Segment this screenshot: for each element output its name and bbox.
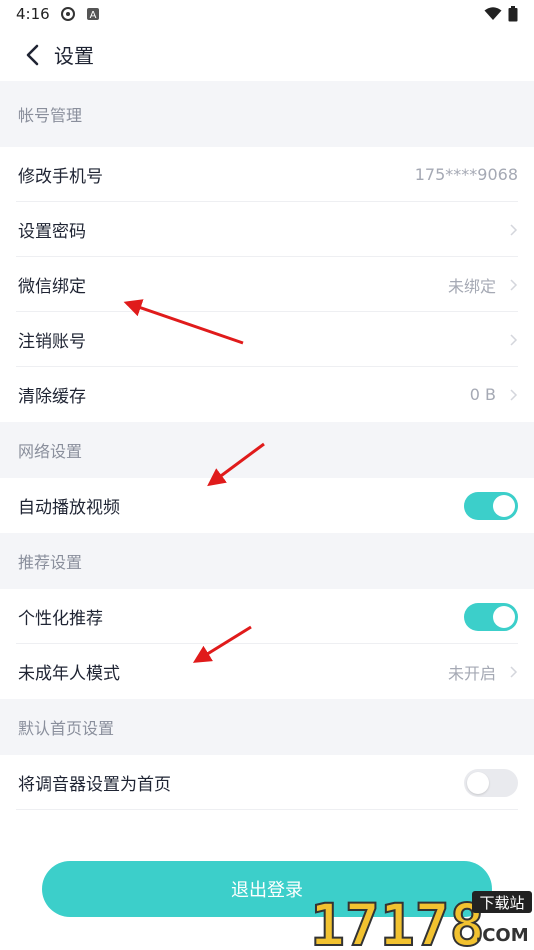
section-header-account: 帐号管理 — [0, 81, 534, 147]
row-wechat-bind[interactable]: 微信绑定 未绑定 — [0, 257, 534, 312]
svg-text:下载站: 下载站 — [479, 894, 524, 912]
personalized-toggle[interactable] — [464, 602, 518, 631]
row-label: 清除缓存 — [18, 387, 86, 407]
toggle-knob — [493, 605, 515, 628]
chevron-right-icon — [510, 388, 518, 401]
section-header-homepage: 默认首页设置 — [0, 699, 534, 755]
section-header-recommend: 推荐设置 — [0, 533, 534, 589]
svg-text:17178: 17178 — [310, 891, 485, 950]
row-personalized-recommend: 个性化推荐 — [0, 589, 534, 644]
wifi-icon — [484, 7, 502, 20]
row-label: 设置密码 — [18, 222, 86, 242]
nav-bar: 设置 — [0, 28, 534, 81]
a-notification-icon: A — [86, 8, 99, 21]
chevron-right-icon — [510, 333, 518, 346]
battery-icon — [508, 6, 518, 22]
phone-value: 175****9068 — [414, 165, 518, 184]
row-label: 注销账号 — [18, 332, 86, 352]
status-bar: 4:16 A — [0, 0, 534, 28]
status-time: 4:16 — [16, 5, 50, 23]
row-label: 将调音器设置为首页 — [18, 775, 171, 795]
row-set-password[interactable]: 设置密码 — [0, 202, 534, 257]
minor-mode-status: 未开启 — [447, 663, 496, 683]
chevron-right-icon — [510, 223, 518, 236]
chevron-right-icon — [510, 278, 518, 291]
svg-text:.COM: .COM — [475, 925, 528, 946]
row-change-phone[interactable]: 修改手机号 175****9068 — [0, 147, 534, 202]
back-button[interactable] — [10, 28, 54, 81]
svg-text:A: A — [89, 10, 96, 21]
toggle-knob — [493, 494, 515, 517]
app-notification-icon — [60, 7, 75, 21]
section-header-network: 网络设置 — [0, 422, 534, 478]
wechat-bind-status: 未绑定 — [447, 276, 496, 296]
settings-list: 帐号管理 修改手机号 175****9068 设置密码 微信绑定 未绑定 注销账… — [0, 81, 534, 810]
row-label: 个性化推荐 — [18, 609, 103, 629]
toggle-knob — [467, 771, 489, 794]
cache-size: 0 B — [469, 385, 496, 404]
row-label: 微信绑定 — [18, 277, 86, 297]
row-cancel-account[interactable]: 注销账号 — [0, 312, 534, 367]
site-watermark-logo: 17178 下载站 .COM — [309, 890, 532, 950]
chevron-right-icon — [510, 665, 518, 678]
row-label: 修改手机号 — [18, 167, 103, 187]
row-label: 未成年人模式 — [18, 664, 120, 684]
row-clear-cache[interactable]: 清除缓存 0 B — [0, 367, 534, 422]
chevron-left-icon — [26, 44, 39, 65]
row-minor-mode[interactable]: 未成年人模式 未开启 — [0, 644, 534, 699]
row-tuner-as-home: 将调音器设置为首页 — [0, 755, 534, 810]
tuner-home-toggle[interactable] — [464, 768, 518, 797]
row-label: 自动播放视频 — [18, 498, 120, 518]
autoplay-toggle[interactable] — [464, 491, 518, 520]
page-title: 设置 — [54, 44, 94, 68]
row-autoplay-video: 自动播放视频 — [0, 478, 534, 533]
